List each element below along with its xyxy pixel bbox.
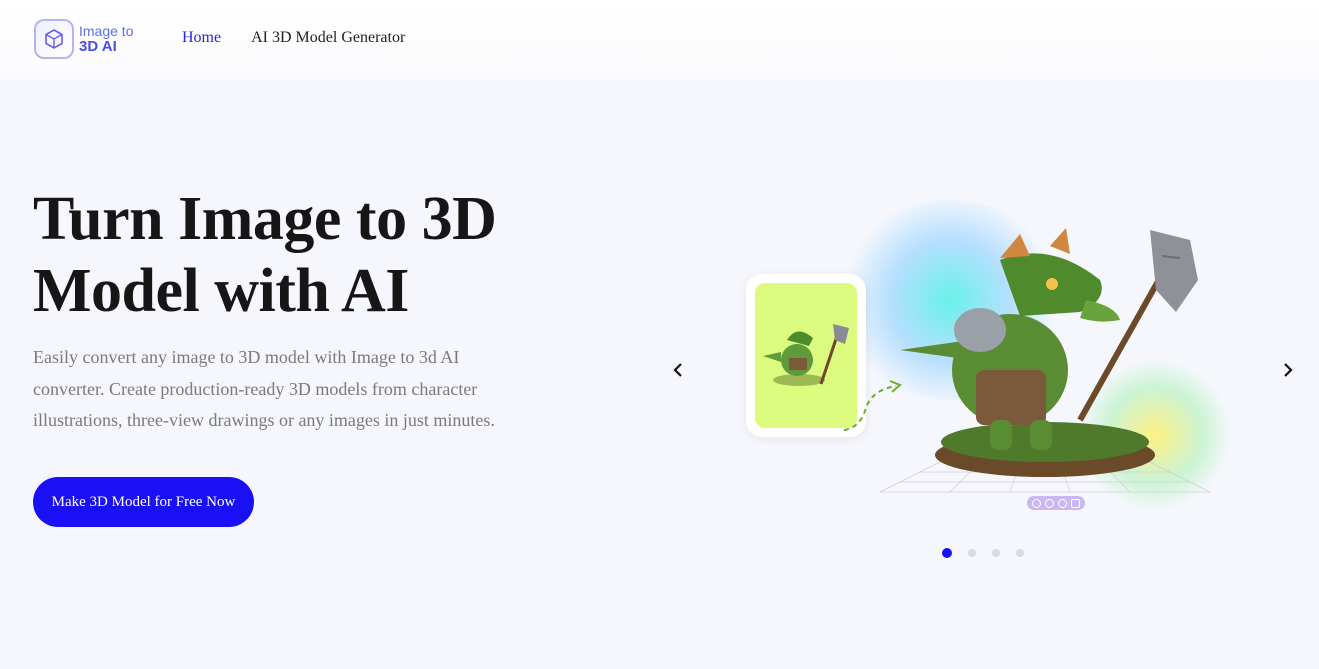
logo[interactable]: Image to 3D AI bbox=[34, 19, 144, 59]
chevron-right-icon bbox=[1284, 363, 1293, 377]
cube-logo-icon bbox=[34, 19, 74, 59]
toolbar-settings-icon[interactable] bbox=[1071, 498, 1080, 508]
nav-home[interactable]: Home bbox=[182, 29, 221, 47]
logo-line-2: 3D AI bbox=[79, 38, 117, 55]
chevron-left-icon bbox=[673, 363, 682, 377]
dragon-sketch-icon bbox=[763, 323, 849, 386]
showcase-carousel bbox=[660, 190, 1310, 570]
carousel-dot-2[interactable] bbox=[968, 549, 976, 557]
logo-text: Image to 3D AI bbox=[79, 23, 133, 55]
site-header: Image to 3D AI Home AI 3D Model Generato… bbox=[0, 0, 1319, 80]
toolbar-texture-icon[interactable] bbox=[1058, 498, 1067, 508]
carousel-dot-3[interactable] bbox=[992, 549, 1000, 557]
toolbar-light-icon[interactable] bbox=[1045, 498, 1054, 508]
logo-line-1: Image to bbox=[79, 23, 134, 39]
carousel-next-button[interactable] bbox=[1276, 355, 1300, 385]
hero-title: Turn Image to 3D Model with AI bbox=[33, 185, 497, 325]
carousel-dot-1[interactable] bbox=[942, 548, 952, 558]
viewer-toolbar bbox=[1027, 496, 1085, 510]
carousel-prev-button[interactable] bbox=[666, 355, 690, 385]
carousel-dot-4[interactable] bbox=[1016, 549, 1024, 557]
main-nav: Home AI 3D Model Generator bbox=[182, 29, 435, 47]
3d-dragon-model bbox=[880, 228, 1211, 493]
toolbar-view-icon[interactable] bbox=[1032, 498, 1041, 508]
hero-description: Easily convert any image to 3D model wit… bbox=[33, 347, 495, 430]
nav-ai-3d-model-generator[interactable]: AI 3D Model Generator bbox=[251, 29, 405, 47]
carousel-pagination bbox=[942, 548, 1040, 558]
make-3d-model-button[interactable]: Make 3D Model for Free Now bbox=[33, 477, 254, 527]
